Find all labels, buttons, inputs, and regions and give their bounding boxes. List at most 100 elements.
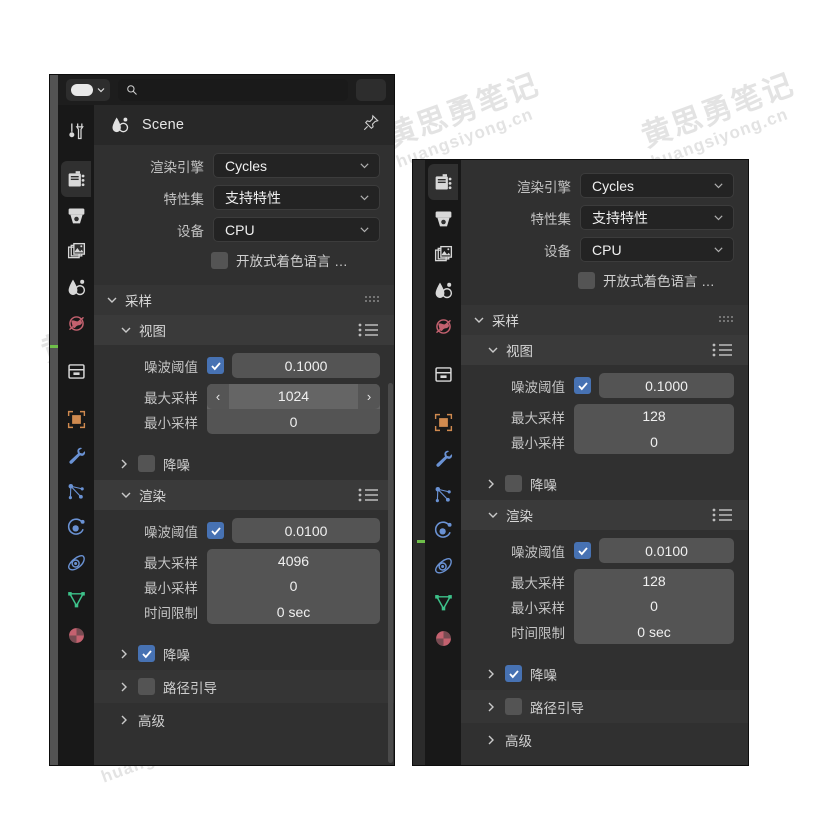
dropdown-render-engine[interactable]: Cycles (213, 153, 380, 178)
vertical-scrollbar[interactable] (388, 383, 393, 763)
field-min-samples[interactable]: 0 (574, 429, 734, 454)
field-noise-threshold[interactable]: 0.1000 (599, 373, 734, 398)
sidebar-item-material[interactable] (61, 617, 91, 653)
subsection-path-guiding[interactable]: 路径引导 (461, 690, 748, 723)
sidebar-item-data[interactable] (61, 581, 91, 617)
section-header-render[interactable]: 渲染 (94, 480, 394, 510)
toolbar-toggle-button[interactable] (66, 79, 110, 101)
sidebar-item-viewlayer[interactable] (61, 233, 91, 269)
section-header-sampling[interactable]: 采样 (94, 285, 394, 315)
chevron-down-icon (359, 158, 370, 174)
checkbox-denoise-render[interactable] (138, 645, 155, 662)
search-input[interactable] (118, 79, 348, 101)
collection-icon (67, 363, 85, 379)
material-icon (435, 630, 451, 646)
section-title: 渲染 (506, 509, 533, 524)
subsection-advanced[interactable]: 高级 (461, 723, 748, 756)
panel-left-edge[interactable] (50, 75, 58, 765)
chevron-right-icon (485, 668, 497, 680)
dropdown-render-engine[interactable]: Cycles (580, 173, 734, 198)
sidebar-item-physics[interactable] (428, 512, 458, 548)
sidebar-item-constraint[interactable] (61, 545, 91, 581)
checkbox-noise-threshold[interactable] (207, 522, 224, 539)
sidebar-item-object[interactable] (61, 401, 91, 437)
pin-icon[interactable] (362, 114, 380, 137)
dropdown-feature-set[interactable]: 支持特性 (580, 205, 734, 230)
sidebar-item-render[interactable] (428, 164, 458, 200)
field-noise-threshold[interactable]: 0.0100 (232, 518, 380, 543)
checkbox-denoise-viewport[interactable] (138, 455, 155, 472)
preset-menu-icon[interactable] (712, 343, 734, 357)
decrement-arrow-icon[interactable]: ‹ (207, 383, 229, 409)
section-header-viewport[interactable]: 视图 (461, 335, 748, 365)
field-max-samples[interactable]: 4096 (207, 548, 380, 574)
subsection-denoise-viewport[interactable]: 降噪 (94, 447, 394, 480)
checkbox-osl[interactable] (578, 271, 595, 289)
sidebar-item-modifier[interactable] (428, 440, 458, 476)
dropdown-device[interactable]: CPU (580, 237, 734, 262)
field-max-samples[interactable]: 128 (574, 568, 734, 594)
property-row-max-samples: 最大采样 128 (475, 403, 734, 429)
sidebar-item-world[interactable] (428, 308, 458, 344)
preset-menu-icon[interactable] (358, 323, 380, 337)
sidebar-item-particles[interactable] (61, 473, 91, 509)
sidebar-item-render[interactable] (61, 161, 91, 197)
section-header-sampling[interactable]: 采样 (461, 305, 748, 335)
subsection-denoise-render[interactable]: 降噪 (461, 657, 748, 690)
dropdown-value: 支持特性 (592, 209, 648, 226)
sidebar-item-collection[interactable] (61, 353, 91, 389)
sidebar-item-data[interactable] (428, 584, 458, 620)
field-time-limit[interactable]: 0 sec (574, 619, 734, 644)
sidebar-item-scene[interactable] (61, 269, 91, 305)
sidebar-item-material[interactable] (428, 620, 458, 656)
checkbox-noise-threshold[interactable] (207, 357, 224, 374)
subsection-path-guiding[interactable]: 路径引导 (94, 670, 394, 703)
field-noise-threshold[interactable]: 0.1000 (232, 353, 380, 378)
subsection-denoise-viewport[interactable]: 降噪 (461, 467, 748, 500)
grip-dots-icon[interactable] (364, 295, 380, 305)
sidebar-item-world[interactable] (61, 305, 91, 341)
subsection-denoise-render[interactable]: 降噪 (94, 637, 394, 670)
field-noise-threshold[interactable]: 0.0100 (599, 538, 734, 563)
sidebar-item-scene[interactable] (428, 272, 458, 308)
checkbox-noise-threshold[interactable] (574, 377, 591, 394)
preset-menu-icon[interactable] (358, 488, 380, 502)
sidebar-item-constraint[interactable] (428, 548, 458, 584)
sidebar-item-object[interactable] (428, 404, 458, 440)
grip-dots-icon[interactable] (718, 315, 734, 325)
section-header-render[interactable]: 渲染 (461, 500, 748, 530)
checkbox-denoise-viewport[interactable] (505, 475, 522, 492)
field-min-samples[interactable]: 0 (207, 573, 380, 599)
checkbox-path-guiding[interactable] (138, 678, 155, 695)
sidebar-item-tool[interactable] (61, 113, 91, 149)
preset-menu-icon[interactable] (712, 508, 734, 522)
dropdown-device[interactable]: CPU (213, 217, 380, 242)
checkbox-path-guiding[interactable] (505, 698, 522, 715)
checkbox-noise-threshold[interactable] (574, 542, 591, 559)
property-row-engine: 渲染引擎 Cycles (108, 152, 380, 179)
sidebar-item-physics[interactable] (61, 509, 91, 545)
sidebar-item-output[interactable] (428, 200, 458, 236)
sidebar-item-viewlayer[interactable] (428, 236, 458, 272)
field-max-samples[interactable]: ‹ 1024 › (207, 383, 380, 409)
render-icon (68, 170, 84, 186)
field-min-samples[interactable]: 0 (207, 409, 380, 434)
dropdown-feature-set[interactable]: 支持特性 (213, 185, 380, 210)
chevron-down-icon (120, 324, 132, 336)
field-max-samples[interactable]: 128 (574, 403, 734, 429)
field-min-samples[interactable]: 0 (574, 593, 734, 619)
sidebar-item-output[interactable] (61, 197, 91, 233)
output-icon (435, 211, 451, 226)
subsection-advanced[interactable]: 高级 (94, 703, 394, 736)
sidebar-item-particles[interactable] (428, 476, 458, 512)
increment-arrow-icon[interactable]: › (358, 383, 380, 409)
field-time-limit[interactable]: 0 sec (207, 599, 380, 624)
toolbar-filter-button[interactable] (356, 79, 386, 101)
section-header-viewport[interactable]: 视图 (94, 315, 394, 345)
checkbox-osl[interactable] (211, 251, 228, 269)
checkbox-denoise-render[interactable] (505, 665, 522, 682)
sidebar-item-modifier[interactable] (61, 437, 91, 473)
sidebar-item-collection[interactable] (428, 356, 458, 392)
dropdown-value: CPU (592, 241, 622, 258)
field-value: 0.1000 (284, 357, 328, 374)
